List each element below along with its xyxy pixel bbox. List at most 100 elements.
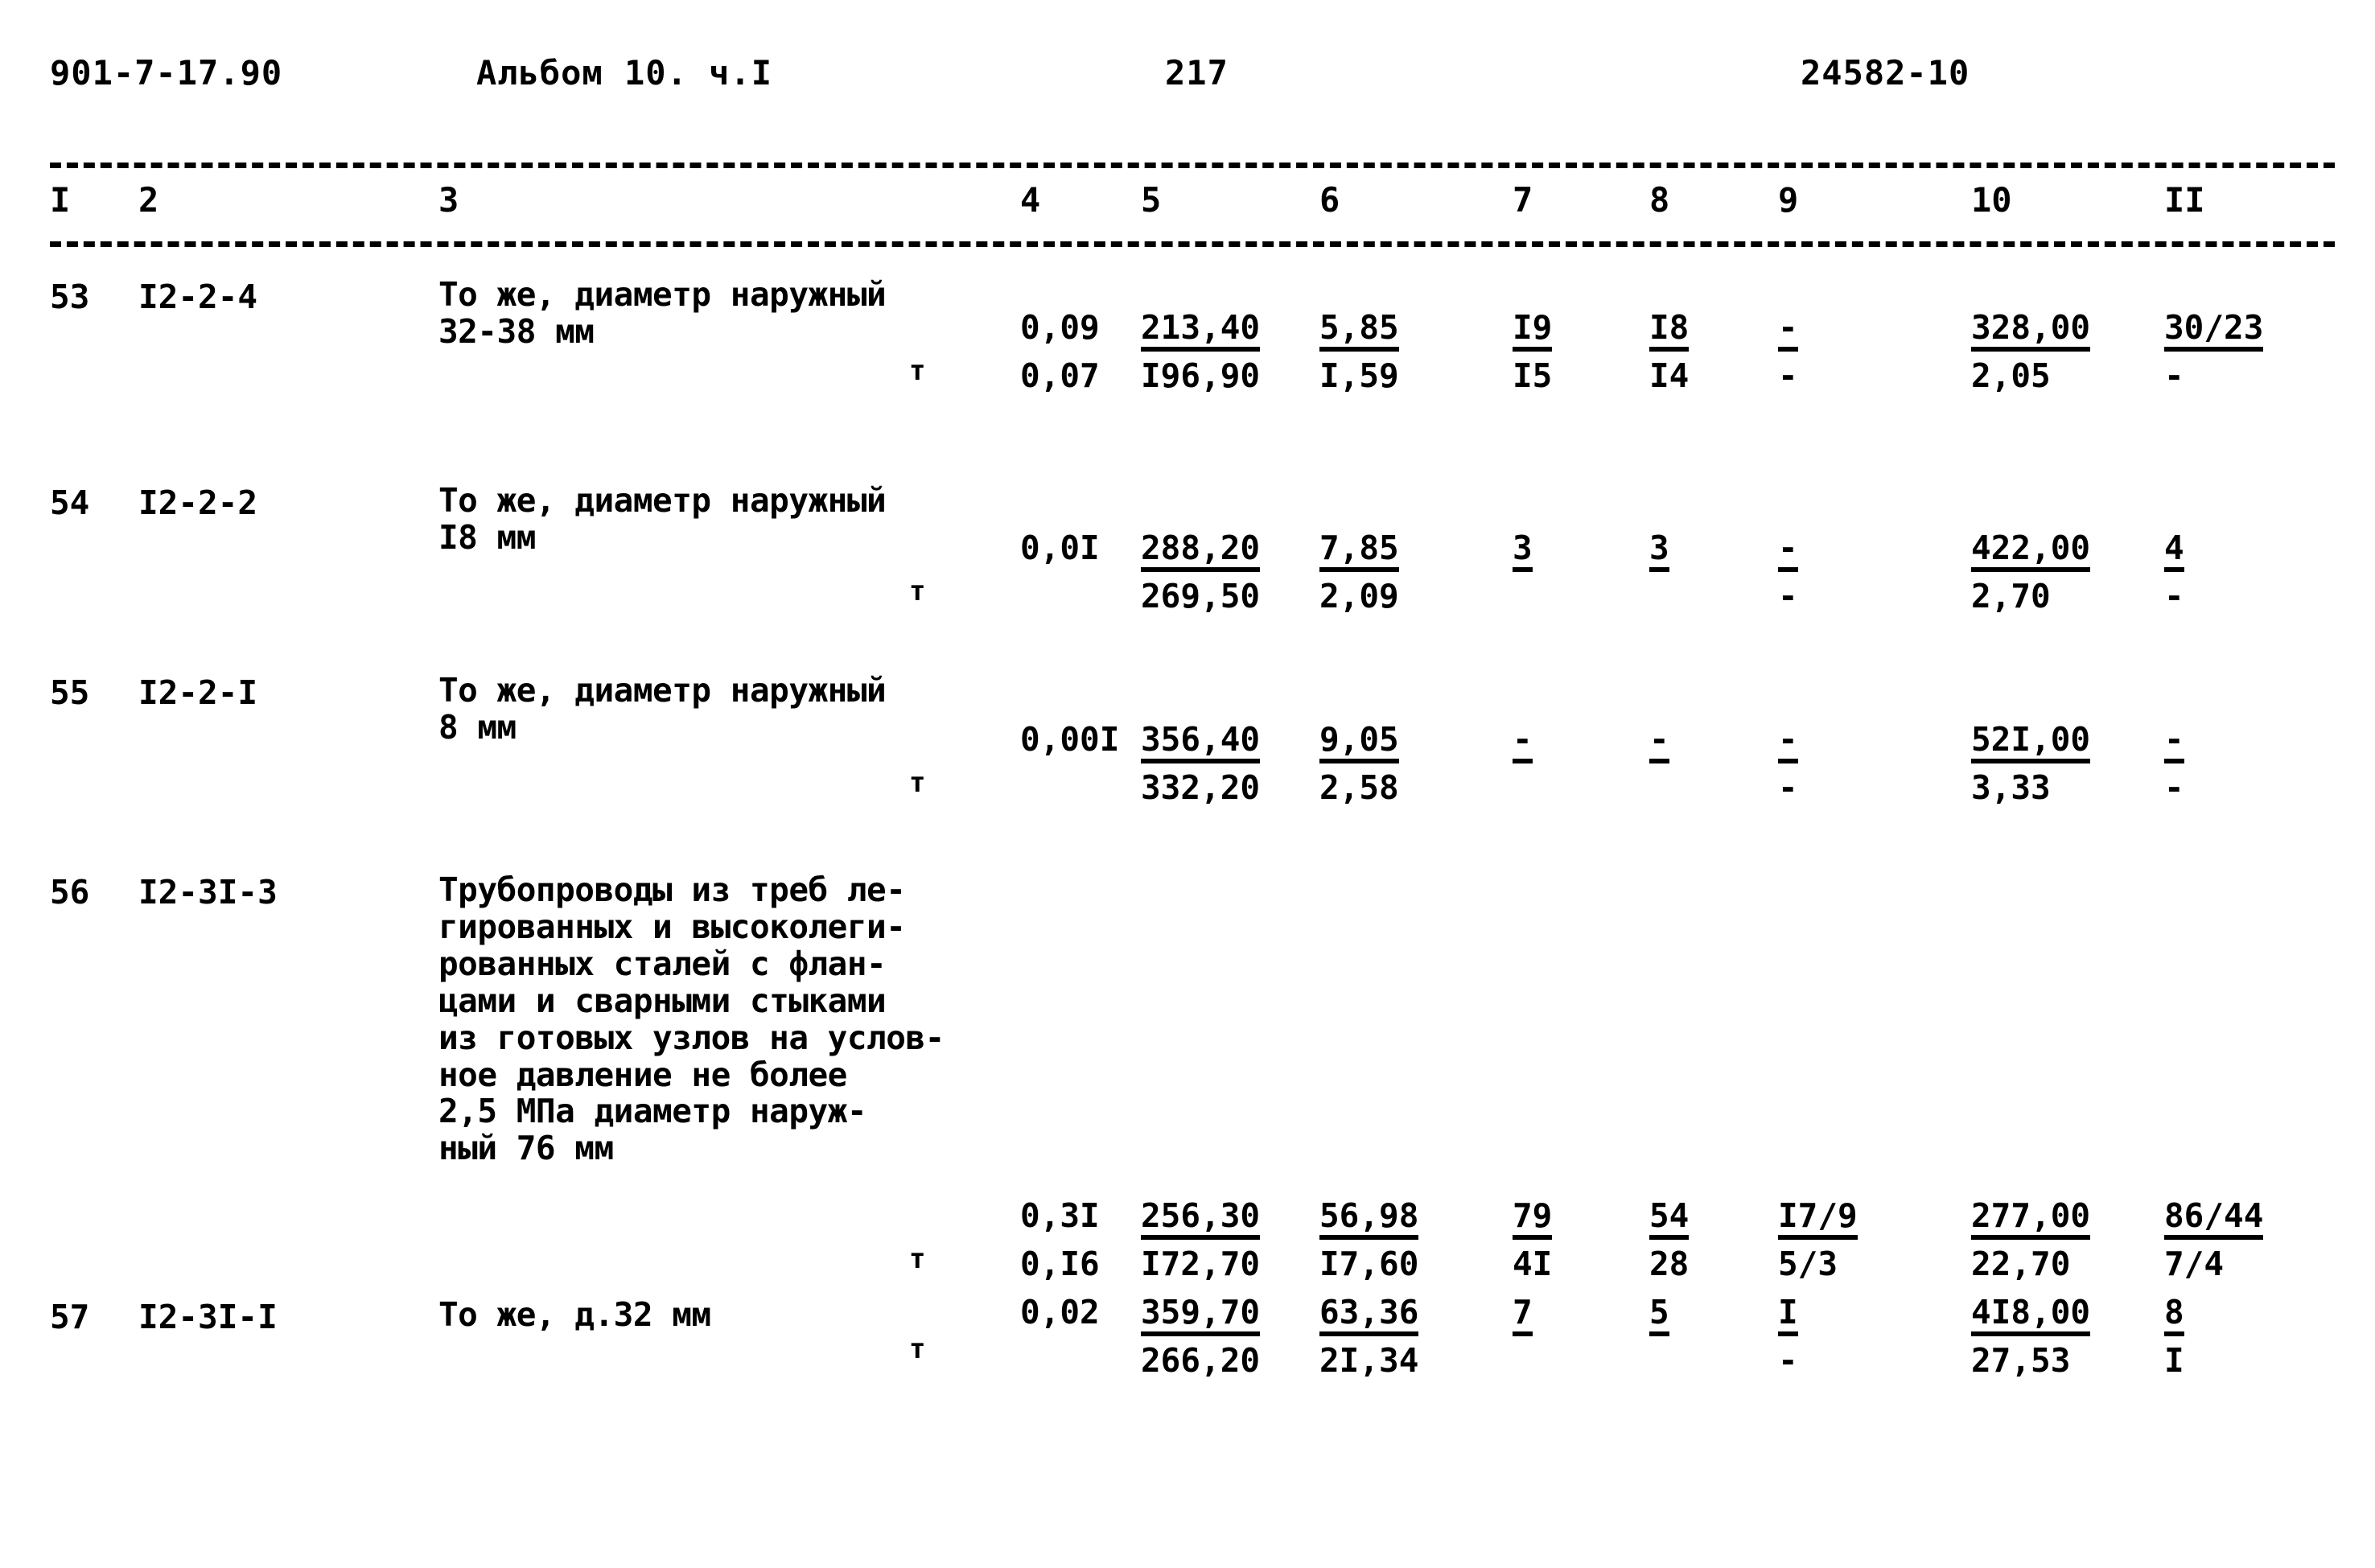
cell-col8-upper: 3	[1649, 531, 1669, 572]
cell-col7-upper: 3	[1513, 531, 1533, 572]
cell-col11-lower: -	[2164, 577, 2184, 615]
column-header-row: I 2 3 4 5 6 7 8 9 10 II	[0, 183, 2375, 232]
cell-col11-lower: 7/4	[2164, 1245, 2225, 1283]
right-code: 24582-10	[1801, 53, 1970, 93]
column-header-2: 2	[138, 180, 159, 220]
cell-col6-upper-value: 7,85	[1319, 531, 1399, 572]
cell-col10-lower: 22,70	[1971, 1245, 2071, 1283]
unit-symbol: т	[909, 575, 926, 607]
cell-col6-upper: 63,36	[1319, 1295, 1419, 1336]
cell-col6-lower: 2,09	[1319, 577, 1399, 615]
album-label: Альбом 10. ч.I	[476, 53, 773, 93]
cell-col5-lower: I72,70	[1141, 1245, 1261, 1283]
cell-col5-upper-value: 256,30	[1141, 1199, 1261, 1240]
row-number: 53	[50, 278, 90, 316]
row-code: I2-2-4	[138, 278, 258, 316]
cell-col10-upper-value: 277,00	[1971, 1199, 2091, 1240]
cell-col5-upper: 256,30	[1141, 1199, 1261, 1240]
table-row: 57 I2-3I-I То же, д.32 мм т 0,02 359,70 266,20…	[0, 1294, 2375, 1455]
cell-col10-lower: 2,05	[1971, 356, 2051, 395]
cell-col11-upper: 4	[2164, 531, 2184, 572]
cell-col11-upper-value: 30/23	[2164, 311, 2264, 352]
cell-col7-upper: 79	[1513, 1199, 1553, 1240]
cell-col9-lower: -	[1778, 768, 1798, 807]
document-header: 901-7-17.90 Альбом 10. ч.I 217 24582-10	[0, 56, 2375, 105]
cell-col10-upper-value: 422,00	[1971, 531, 2091, 572]
cell-col11-upper: 30/23	[2164, 311, 2264, 352]
cell-col5-upper: 359,70	[1141, 1295, 1261, 1336]
cell-col6-upper-value: 56,98	[1319, 1199, 1419, 1240]
cell-col11-lower: -	[2164, 356, 2184, 395]
cell-col6-upper: 9,05	[1319, 722, 1399, 763]
cell-col11-lower: -	[2164, 768, 2184, 807]
cell-col10-lower: 2,70	[1971, 577, 2051, 615]
table-row: 54 I2-2-2 То же, диаметр наружный I8 мм т 0,…	[0, 479, 2375, 669]
cell-col4-upper: 0,02	[1020, 1293, 1100, 1331]
cell-col11-upper: -	[2164, 722, 2184, 763]
cell-col8-upper: -	[1649, 722, 1669, 763]
cell-col8-upper-value: 3	[1649, 531, 1669, 572]
cell-col5-upper: 288,20	[1141, 531, 1261, 572]
cell-col9-lower: 5/3	[1778, 1245, 1838, 1283]
cell-col9-upper-value: -	[1778, 722, 1798, 763]
column-header-4: 4	[1020, 180, 1041, 220]
page-number: 217	[1165, 53, 1229, 93]
cell-col10-upper: 4I8,00	[1971, 1295, 2091, 1336]
cell-col9-upper-value: I7/9	[1778, 1199, 1858, 1240]
row-number: 56	[50, 873, 90, 912]
row-number: 54	[50, 484, 90, 522]
cell-col7-upper-value: 7	[1513, 1295, 1533, 1336]
cell-col11-upper-value: 4	[2164, 531, 2184, 572]
unit-symbol: т	[909, 355, 926, 387]
cell-col8-upper: 5	[1649, 1295, 1669, 1336]
row-number: 57	[50, 1298, 90, 1336]
table-rule-top	[50, 163, 2335, 168]
cell-col4-upper: 0,09	[1020, 308, 1100, 347]
table-rule-bottom	[50, 241, 2335, 247]
cell-col5-lower: 269,50	[1141, 577, 1261, 615]
cell-col9-upper-value: -	[1778, 531, 1798, 572]
cell-col9-upper: I7/9	[1778, 1199, 1858, 1240]
cell-col11-upper-value: -	[2164, 722, 2184, 763]
cell-col9-upper-value: I	[1778, 1295, 1798, 1336]
row-description: То же, диаметр наружный I8 мм	[438, 481, 887, 557]
cell-col4-upper: 0,3I	[1020, 1196, 1100, 1235]
cell-col9-lower: -	[1778, 356, 1798, 395]
cell-col9-lower: -	[1778, 577, 1798, 615]
column-header-1: I	[50, 180, 71, 220]
cell-col5-upper: 213,40	[1141, 311, 1261, 352]
cell-col5-upper-value: 359,70	[1141, 1295, 1261, 1336]
cell-col8-upper-value: 54	[1649, 1199, 1690, 1240]
column-header-7: 7	[1513, 180, 1533, 220]
cell-col6-upper-value: 63,36	[1319, 1295, 1419, 1336]
unit-symbol: т	[909, 1243, 926, 1275]
column-header-5: 5	[1141, 180, 1162, 220]
cell-col5-lower: 266,20	[1141, 1341, 1261, 1380]
column-header-9: 9	[1778, 180, 1799, 220]
cell-col5-upper-value: 288,20	[1141, 531, 1261, 572]
document-page: 901-7-17.90 Альбом 10. ч.I 217 24582-10 …	[0, 0, 2375, 1568]
cell-col6-lower: I,59	[1319, 356, 1399, 395]
cell-col10-lower: 27,53	[1971, 1341, 2071, 1380]
cell-col10-upper-value: 328,00	[1971, 311, 2091, 352]
cell-col11-upper-value: 86/44	[2164, 1199, 2264, 1240]
table-row: 55 I2-2-I То же, диаметр наружный 8 мм т 0,0…	[0, 669, 2375, 869]
table-row: 53 I2-2-4 То же, диаметр наружный 32-38 мм…	[0, 274, 2375, 479]
column-header-11: II	[2164, 180, 2205, 220]
row-description: Трубопроводы из треб ле- гированных и вы…	[438, 870, 945, 1168]
cell-col5-upper-value: 213,40	[1141, 311, 1261, 352]
cell-col10-upper: 277,00	[1971, 1199, 2091, 1240]
cell-col5-upper: 356,40	[1141, 722, 1261, 763]
row-description: То же, д.32 мм	[438, 1295, 711, 1334]
cell-col4-upper: 0,00I	[1020, 720, 1120, 759]
cell-col7-upper-value: 3	[1513, 531, 1533, 572]
cell-col10-lower: 3,33	[1971, 768, 2051, 807]
table-row: 56 I2-3I-3 Трубопроводы из треб ле- гирова…	[0, 869, 2375, 1294]
cell-col4-lower: 0,07	[1020, 356, 1100, 395]
unit-symbol: т	[909, 1333, 926, 1365]
row-code: I2-3I-I	[138, 1298, 278, 1336]
cell-col4-upper: 0,0I	[1020, 529, 1100, 567]
cell-col6-upper: 5,85	[1319, 311, 1399, 352]
cell-col5-upper-value: 356,40	[1141, 722, 1261, 763]
cell-col7-lower: 4I	[1513, 1245, 1553, 1283]
